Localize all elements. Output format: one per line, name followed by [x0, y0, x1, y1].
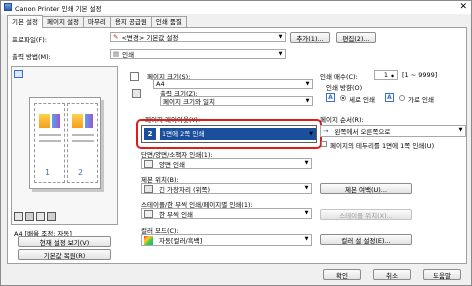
tab-basic[interactable]: 기본 설정 [7, 15, 43, 28]
preview-text-line [39, 134, 61, 136]
close-icon[interactable]: ✕ [459, 2, 467, 12]
duplex-icon [144, 159, 153, 168]
staple-value: 한 부씩 인쇄 [159, 210, 194, 219]
chevron-down-icon: ▼ [305, 81, 310, 87]
edit-profile-button[interactable]: 편집(2)... [336, 32, 376, 43]
ok-button[interactable]: 확인 [323, 269, 361, 280]
preview-thumb-icon [72, 114, 83, 128]
preview-page-right: 2 [67, 103, 98, 183]
duplex-icon [25, 212, 34, 221]
portrait-radio[interactable] [340, 95, 346, 101]
staple-icon [36, 212, 45, 221]
output-select[interactable]: ▤ 인쇄 ▼ [110, 49, 286, 59]
profile-select[interactable]: ✎ <변경> 기본값 설정 ▼ [110, 32, 286, 42]
window-title: Canon Printer 인쇄 기본 설정 [15, 4, 102, 13]
printer-icon [14, 212, 23, 221]
preview-text-line [39, 140, 61, 142]
chevron-down-icon: ▼ [305, 98, 310, 104]
copies-range: [1 ~ 9999] [402, 71, 438, 79]
page-layout-select[interactable]: 2 1면에 2쪽 인쇄 ▼ [141, 125, 317, 143]
chevron-down-icon: ▼ [304, 236, 309, 242]
printer-app-icon [4, 3, 12, 11]
preview-page-number: 2 [78, 168, 84, 177]
binding-value: 긴 가장자리 (위쪽) [159, 185, 211, 194]
orientation-label: 인쇄 방향(O) [326, 84, 363, 92]
layout-badge-icon: 2 [144, 128, 156, 140]
binding-icon [144, 184, 153, 193]
preview-thumb-icon [39, 114, 50, 128]
duplex-value: 양면 인쇄 [159, 160, 185, 169]
cancel-button[interactable]: 취소 [373, 269, 411, 280]
arrow-right-icon: → [323, 127, 329, 135]
color-mode-select[interactable]: 자동[컬러/흑백] ▼ [141, 234, 312, 246]
output-size-value: 페이지 크기와 일치 [163, 98, 215, 106]
page-size-icon [130, 72, 139, 81]
chevron-down-icon: ▼ [278, 34, 283, 40]
color-settings-button[interactable]: 컬러 설 설정(E)... [320, 234, 412, 245]
print-icon: ▤ [113, 50, 120, 58]
page-size-value: A4 [156, 80, 165, 88]
output-size-icon [132, 89, 141, 98]
binding-details-button[interactable]: 제본 여백(U)... [320, 183, 412, 194]
color-mode-value: 자동[컬러/흑백] [159, 237, 203, 245]
chevron-down-icon: ▼ [309, 131, 313, 137]
profile-label: 프로파일(F): [12, 36, 47, 44]
help-button[interactable]: 도움말 [423, 269, 461, 280]
preview-page: 1 2 [29, 97, 101, 189]
spinner-arrows-icon[interactable]: ◆ [388, 71, 397, 79]
view-settings-button[interactable]: 현재 설정 보기(V) [18, 236, 111, 247]
pencil-icon: ✎ [113, 33, 119, 41]
landscape-label: 가로 인쇄 [408, 96, 434, 104]
collate-icon [144, 209, 153, 218]
binding-select[interactable]: 긴 가장자리 (위쪽) ▼ [141, 183, 312, 194]
staple-position-button[interactable]: 스테이플 위치(X)... [320, 209, 412, 220]
landscape-icon: A [385, 93, 394, 102]
landscape-radio[interactable] [399, 95, 405, 101]
page-layout-value: 1면에 2쪽 인쇄 [160, 128, 316, 140]
copies-spinner[interactable]: 1 ◆ [374, 70, 398, 80]
preview-thumb-icon [52, 114, 60, 128]
output-value: 인쇄 [122, 51, 135, 59]
page-border-label: 페이지의 테두리를 1면에 1쪽 인쇄(U) [330, 142, 435, 150]
preview-page-left: 1 [34, 103, 65, 183]
add-profile-button[interactable]: 추가(1)... [290, 32, 330, 43]
preview-toggle-icon[interactable] [14, 70, 23, 78]
chevron-down-icon: ▼ [278, 51, 283, 57]
preview-icon-row [14, 212, 56, 221]
preview-page-number: 1 [45, 168, 51, 177]
page-border-checkbox[interactable] [321, 141, 327, 147]
basic-settings-panel: 프로파일(F): ✎ <변경> 기본값 설정 ▼ 추가(1)... 편집(2)..… [7, 27, 467, 264]
tray-icon [47, 212, 56, 221]
page-order-select[interactable]: → 왼쪽에서 오른쪽으로 ▼ [320, 125, 466, 137]
copies-label: 인쇄 매수(C): [320, 73, 358, 81]
preview-text-line [72, 134, 94, 136]
output-label: 출력 방법(M): [12, 53, 51, 61]
chevron-down-icon: ▼ [458, 127, 463, 133]
title-bar: Canon Printer 인쇄 기본 설정 ✕ [1, 1, 471, 14]
color-mode-icon [144, 235, 153, 245]
page-order-label: 페이지 순서(R): [320, 116, 364, 124]
print-preferences-dialog: Canon Printer 인쇄 기본 설정 ✕ 기본 설정 페이지 설정 마무… [0, 0, 472, 286]
profile-value: <변경> 기본값 설정 [121, 34, 179, 42]
chevron-down-icon: ▼ [304, 160, 309, 166]
output-size-select[interactable]: 페이지 크기와 일치 ▼ [160, 96, 313, 106]
preview-area: 1 2 [11, 66, 118, 225]
restore-defaults-button[interactable]: 기본값 복원(R) [18, 249, 111, 260]
chevron-down-icon: ▼ [304, 210, 309, 216]
duplex-select[interactable]: 양면 인쇄 ▼ [141, 158, 312, 169]
preview-thumb-icon [85, 114, 93, 128]
portrait-icon: A [326, 93, 335, 102]
page-order-value: 왼쪽에서 오른쪽으로 [334, 128, 391, 136]
preview-text-line [72, 140, 94, 142]
staple-select[interactable]: 한 부씩 인쇄 ▼ [141, 208, 312, 219]
chevron-down-icon: ▼ [304, 185, 309, 191]
portrait-label: 세로 인쇄 [349, 96, 375, 104]
